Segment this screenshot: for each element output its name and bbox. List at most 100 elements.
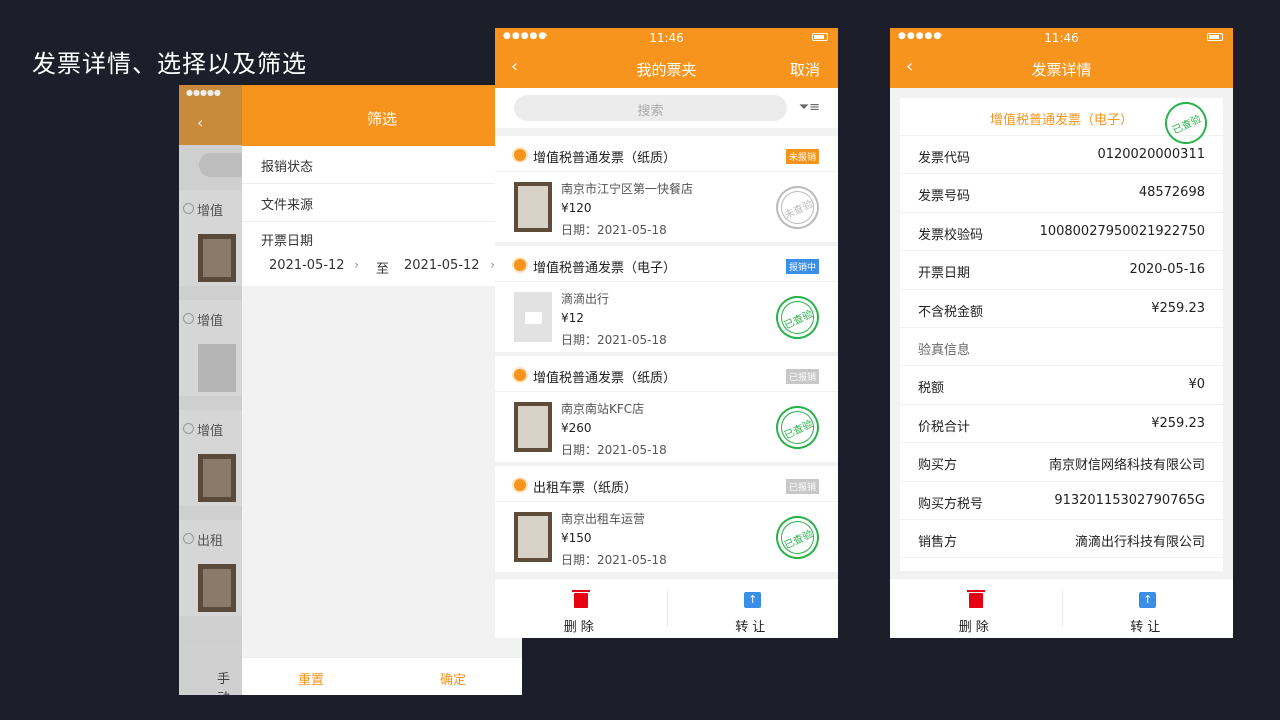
list-item-title: 增值	[197, 204, 224, 219]
cancel-button[interactable]: 取消	[790, 59, 820, 80]
status-time: 11:46	[649, 31, 684, 45]
status-badge: 已报销	[785, 479, 819, 494]
invoice-card[interactable]: 出租车票（纸质） 已报销南京出租车运营 ¥150 日期：2021-05-18 已查验	[495, 466, 838, 572]
invoice-card[interactable]: 增值税普通发票（纸质） 已报销 南京南站KFC店 ¥260 日期：2021-05-18 已…	[495, 356, 838, 462]
detail-key: 销售方	[918, 534, 958, 550]
list-item: 增值	[179, 190, 242, 286]
invoice-title: 增值税普通发票（电子）	[533, 261, 677, 276]
detail-key: 价税合计	[918, 419, 971, 435]
transfer-button[interactable]: ↑ 转让	[667, 579, 839, 638]
filter-title: 筛选	[242, 85, 522, 146]
filter-actions: 重置 确定	[242, 657, 522, 695]
detail-key: 验真信息	[918, 342, 971, 358]
bottom-toolbar: 删除 ↑ 转让	[495, 578, 838, 638]
nav-bar: ‹ 发票详情	[890, 48, 1233, 88]
delete-label: 删除	[958, 620, 993, 635]
invoice-amount: ¥260	[561, 421, 592, 435]
invoice-detail-screen: ●●●●● ◠ 11:46 ‹ 发票详情 增值税普通发票（电子） 已查验 发票代…	[890, 28, 1233, 638]
filter-issue-date: 开票日期 2021-05-12 › 至 2021-05-12 ›	[242, 222, 522, 286]
search-bar: 搜索 ⏷≡	[495, 88, 838, 128]
invoice-title: 出租车票（纸质）	[533, 481, 638, 496]
invoice-amount: ¥120	[561, 201, 592, 215]
invoice-detail-card: 增值税普通发票（电子） 已查验 发票代码 0120020000311 发票号码 485…	[900, 95, 1223, 571]
invoice-thumbnail	[198, 564, 236, 612]
invoice-amount: ¥12	[561, 311, 584, 325]
detail-key: 购买方税号	[918, 496, 984, 512]
verify-stamp-icon: 未查验	[768, 178, 827, 237]
list-item-title: 增值	[197, 314, 224, 329]
list-item: 增值	[179, 300, 242, 396]
detail-value: ¥259.23	[1151, 415, 1205, 431]
detail-value: 南京财信网络科技有限公司	[1048, 458, 1205, 474]
card-header: 增值税普通发票（纸质） 已报销	[495, 356, 838, 392]
invoice-card[interactable]: 增值税普通发票（纸质） 未报销南京市江宁区第一快餐店 ¥120 日期：2021-05-…	[495, 136, 838, 242]
radio-icon[interactable]	[514, 369, 526, 381]
delete-button[interactable]: 删除	[495, 579, 667, 638]
date-to[interactable]: 2021-05-12	[404, 258, 480, 273]
detail-value: 91320115302790765G	[1054, 492, 1205, 508]
trash-icon	[571, 590, 590, 608]
invoice-type: 增值税普通发票（电子）	[989, 113, 1133, 128]
status-time: 11:46	[1044, 31, 1079, 45]
filter-reimburse-status[interactable]: 报销状态	[242, 146, 522, 184]
detail-key: 开票日期	[918, 266, 971, 282]
detail-value: 10080027950021922750	[1039, 223, 1205, 239]
invoice-thumbnail	[514, 512, 552, 562]
radio-icon	[183, 313, 194, 324]
delete-button[interactable]: 删除	[890, 579, 1062, 638]
detail-value: ¥0	[1188, 377, 1205, 393]
filter-screen: ●●●●● ‹ 增值 增值 增值 出租 手动 筛选 报销状态	[179, 85, 522, 695]
detail-row: 不含税金额 ¥259.23	[900, 290, 1223, 328]
reset-button[interactable]: 重置	[298, 669, 324, 688]
folder-icon	[514, 292, 552, 342]
invoice-date: 日期：2021-05-18	[561, 553, 667, 567]
detail-row: 税额 ¥0	[900, 366, 1223, 405]
invoice-amount: ¥150	[561, 531, 592, 545]
verify-stamp-icon: 已查验	[768, 508, 827, 567]
radio-icon	[183, 203, 194, 214]
merchant-name: 南京出租车运营	[561, 512, 646, 526]
detail-row: 验真信息	[900, 328, 1223, 367]
issue-date-label: 开票日期	[261, 234, 314, 249]
invoice-date: 日期：2021-05-18	[561, 223, 667, 237]
invoice-thumbnail	[514, 182, 552, 232]
verify-stamp-icon: 已查验	[768, 398, 827, 457]
status-badge: 报销中	[785, 259, 819, 274]
upload-icon: ↑	[744, 592, 762, 608]
trash-icon	[966, 590, 985, 608]
detail-value: ¥259.23	[1151, 300, 1205, 316]
detail-key: 发票代码	[918, 151, 971, 166]
invoice-card[interactable]: 增值税普通发票（电子） 报销中 滴滴出行 ¥12 日期：2021-05-18 已查验	[495, 246, 838, 352]
filter-file-source[interactable]: 文件来源	[242, 184, 522, 222]
delete-label: 删除	[563, 620, 598, 635]
invoice-list-screen: ●●●●● ◠ 11:46 ‹ 我的票夹 取消 搜索 ⏷≡ 增值税普通发票（纸质…	[495, 28, 838, 638]
filter-icon[interactable]: ⏷≡	[799, 100, 820, 115]
radio-icon[interactable]	[514, 479, 526, 491]
screen-title: 发票详情	[1031, 61, 1092, 79]
detail-value: 0120020000311	[1097, 147, 1205, 162]
radio-icon	[183, 533, 194, 544]
battery-icon	[812, 33, 828, 41]
transfer-button[interactable]: ↑ 转让	[1062, 579, 1234, 638]
filter-panel: 筛选 报销状态 文件来源 开票日期 2021-05-12 › 至 2021-05…	[242, 85, 522, 695]
card-header: 增值税普通发票（纸质） 未报销	[495, 136, 838, 172]
detail-value: 滴滴出行科技有限公司	[1074, 534, 1205, 550]
list-behind-overlay: ●●●●● ‹ 增值 增值 增值 出租 手动	[179, 85, 242, 695]
date-from[interactable]: 2021-05-12	[269, 258, 345, 273]
confirm-button[interactable]: 确定	[440, 669, 466, 688]
radio-icon[interactable]	[514, 259, 526, 271]
search-input[interactable]: 搜索	[514, 95, 787, 121]
detail-key: 不含税金额	[918, 304, 984, 320]
detail-row: 购买方税号 91320115302790765G	[900, 482, 1223, 520]
manual-label: 手动	[217, 672, 231, 695]
transfer-label: 转让	[1130, 620, 1165, 635]
detail-row: 发票代码 0120020000311	[900, 136, 1223, 175]
signal-icon: ●●●●●	[186, 88, 221, 97]
detail-key: 购买方	[918, 458, 958, 474]
radio-icon[interactable]	[514, 149, 526, 161]
invoice-thumbnail	[514, 402, 552, 452]
merchant-name: 滴滴出行	[561, 292, 610, 306]
merchant-name: 南京市江宁区第一快餐店	[561, 182, 694, 196]
verify-stamp-icon: 已查验	[768, 288, 827, 347]
detail-row: 购买方 南京财信网络科技有限公司	[900, 443, 1223, 482]
